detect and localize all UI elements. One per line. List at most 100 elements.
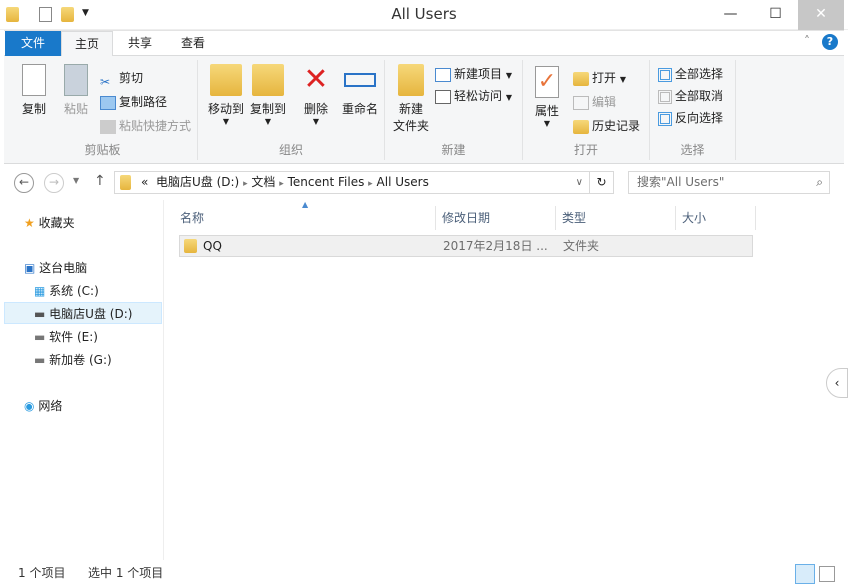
tab-home[interactable]: 主页 [61, 31, 113, 58]
recent-locations-icon[interactable]: ▼ [73, 176, 79, 185]
nav-drive-g[interactable]: ▬ 新加卷 (G:) [4, 349, 162, 371]
copy-path-label: 复制路径 [119, 95, 167, 109]
history-button[interactable]: 历史记录 [573, 116, 640, 136]
column-header-type[interactable]: 类型 [556, 206, 676, 230]
tab-view[interactable]: 查看 [167, 31, 219, 57]
back-button[interactable]: ← [14, 173, 34, 193]
new-item-label: 新建项目 [454, 67, 502, 81]
scissors-icon: ✂ [100, 72, 116, 86]
details-view-button[interactable] [795, 564, 815, 584]
nav-drive-d[interactable]: ▬ 电脑店U盘 (D:) [4, 302, 162, 324]
computer-icon: ▣ [24, 261, 35, 275]
properties-label: 属性 [535, 104, 559, 118]
copy-path-icon [100, 96, 116, 110]
new-group-label: 新建 [385, 141, 522, 158]
drive-icon: ▬ [34, 330, 45, 344]
minimize-button[interactable]: — [708, 0, 753, 30]
select-none-label: 全部取消 [675, 89, 723, 103]
edit-button[interactable]: 编辑 [573, 92, 616, 112]
properties-button[interactable]: ✓属性▼ [525, 66, 569, 128]
select-all-button[interactable]: 全部选择 [658, 64, 723, 84]
copy-to-button[interactable]: 复制到▼ [246, 64, 290, 126]
copy-label: 复制 [22, 102, 46, 116]
organize-group-label: 组织 [198, 141, 384, 158]
folder-icon [120, 175, 131, 190]
paste-label: 粘贴 [64, 102, 88, 116]
copy-path-button[interactable]: 复制路径 [100, 92, 167, 112]
copy-icon [22, 64, 46, 96]
maximize-button[interactable]: ☐ [753, 0, 798, 30]
invert-selection-button[interactable]: 反向选择 [658, 108, 723, 128]
folder-icon [184, 239, 197, 253]
overflow-chevron[interactable]: « [141, 175, 148, 189]
select-group-label: 选择 [650, 141, 735, 158]
rename-label: 重命名 [342, 102, 378, 116]
new-folder-label-1: 新建 [389, 100, 433, 117]
search-icon[interactable]: ⌕ [816, 172, 823, 193]
history-icon [573, 120, 589, 134]
paste-shortcut-button[interactable]: 粘贴快捷方式 [100, 116, 191, 136]
refresh-button[interactable]: ↻ [590, 171, 614, 194]
status-bar: 1 个项目 选中 1 个项目 [4, 562, 844, 586]
help-icon[interactable]: ? [822, 34, 838, 50]
breadcrumb-documents[interactable]: 文档 [251, 175, 275, 189]
nav-network-label: 网络 [38, 399, 62, 413]
new-item-icon [435, 68, 451, 82]
close-button[interactable]: ✕ [798, 0, 844, 30]
table-row[interactable]: QQ 2017年2月18日 ... 文件夹 [179, 235, 753, 257]
select-none-button[interactable]: 全部取消 [658, 86, 723, 106]
collapse-ribbon-icon[interactable]: ˄ [804, 34, 810, 48]
breadcrumb-drive[interactable]: 电脑店U盘 (D:) [156, 175, 239, 189]
cut-button[interactable]: ✂剪切 [100, 68, 143, 88]
clipboard-group: 复制 粘贴 ✂剪切 复制路径 粘贴快捷方式 剪贴板 [8, 60, 198, 160]
new-item-button[interactable]: 新建项目 ▼ [435, 64, 512, 84]
new-folder-icon [398, 64, 424, 96]
breadcrumb-all-users[interactable]: All Users [377, 175, 429, 189]
delete-x-icon: ✕ [300, 64, 332, 96]
column-header-size[interactable]: 大小 [676, 206, 756, 230]
title-bar: ▼ All Users — ☐ ✕ [0, 0, 848, 30]
breadcrumb-tencent-files[interactable]: Tencent Files [288, 175, 365, 189]
up-button[interactable]: ↑ [94, 173, 106, 189]
nav-drive-label: 电脑店U盘 (D:) [49, 307, 132, 321]
search-placeholder: 搜索"All Users" [637, 175, 724, 189]
nav-favorites[interactable]: ★ 收藏夹 [4, 212, 162, 234]
search-input[interactable]: 搜索"All Users" ⌕ [628, 171, 830, 194]
tab-file[interactable]: 文件 [5, 31, 61, 57]
open-label: 打开 [592, 71, 616, 85]
address-dropdown-icon[interactable]: ∨ [576, 172, 583, 193]
new-group: 新建文件夹 新建项目 ▼ 轻松访问 ▼ 新建 [385, 60, 523, 160]
move-to-button[interactable]: 移动到▼ [204, 64, 248, 126]
rename-button[interactable]: 重命名 [338, 64, 382, 117]
ribbon: 复制 粘贴 ✂剪切 复制路径 粘贴快捷方式 剪贴板 移动到▼ 复制到▼ ✕删除▼… [4, 56, 844, 164]
cut-label: 剪切 [119, 71, 143, 85]
large-icons-view-button[interactable] [819, 566, 835, 582]
select-group: 全部选择 全部取消 反向选择 选择 [650, 60, 736, 160]
nav-this-pc[interactable]: ▣ 这台电脑 [4, 257, 162, 279]
expand-pane-chevron-icon[interactable]: ‹ [826, 368, 848, 398]
easy-access-button[interactable]: 轻松访问 ▼ [435, 86, 512, 106]
delete-button[interactable]: ✕删除▼ [294, 64, 338, 126]
nav-drive-e[interactable]: ▬ 软件 (E:) [4, 326, 162, 348]
new-folder-button[interactable]: 新建文件夹 [389, 64, 433, 134]
open-button[interactable]: 打开 ▼ [573, 68, 626, 88]
nav-drive-c[interactable]: ▦ 系统 (C:) [4, 280, 162, 302]
organize-group: 移动到▼ 复制到▼ ✕删除▼ 重命名 组织 [198, 60, 385, 160]
nav-network[interactable]: ◉ 网络 [4, 395, 162, 417]
open-group: ✓属性▼ 打开 ▼ 编辑 历史记录 打开 [523, 60, 650, 160]
tab-share[interactable]: 共享 [114, 31, 166, 57]
file-name: QQ [203, 236, 222, 256]
item-count: 1 个项目 [18, 562, 65, 584]
forward-button[interactable]: → [44, 173, 64, 193]
copy-button[interactable]: 复制 [12, 64, 56, 117]
nav-favorites-label: 收藏夹 [39, 216, 75, 230]
column-header-name[interactable]: 名称 [174, 206, 436, 230]
paste-icon [64, 64, 88, 96]
address-bar[interactable]: « 电脑店U盘 (D:) ▸ 文档 ▸ Tencent Files ▸ All … [114, 171, 590, 194]
column-header-modified[interactable]: 修改日期 [436, 206, 556, 230]
paste-shortcut-icon [100, 120, 116, 134]
paste-button[interactable]: 粘贴 [54, 64, 98, 117]
nav-drive-label: 系统 (C:) [49, 284, 99, 298]
star-icon: ★ [24, 216, 35, 230]
open-icon [573, 72, 589, 86]
